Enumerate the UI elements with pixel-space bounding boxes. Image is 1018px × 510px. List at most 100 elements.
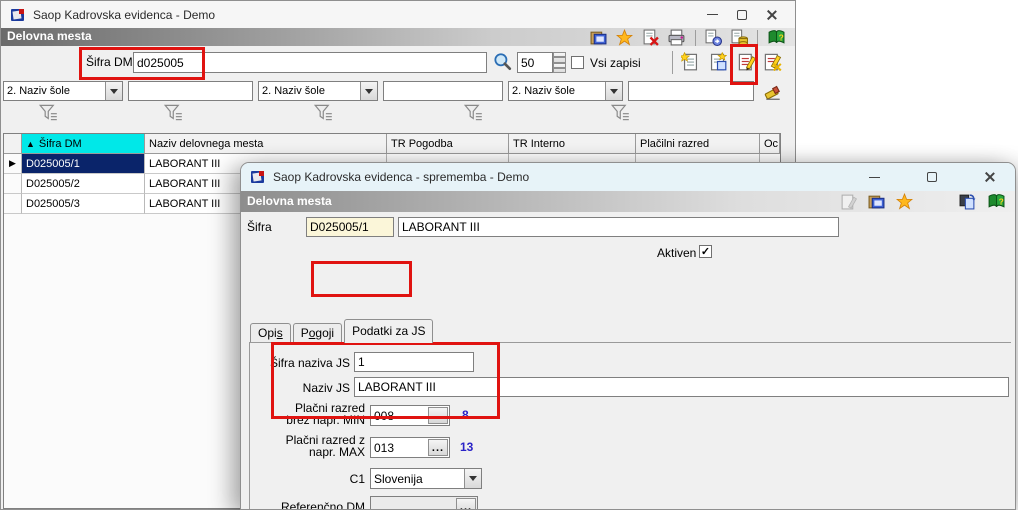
pr-min-input[interactable]: 008 ... [370,405,450,426]
referencno-dm-input[interactable]: ... [370,496,478,509]
column-header-tr-interno[interactable]: TR Interno [509,134,636,154]
c1-select[interactable]: Slovenija [370,468,482,489]
main-titlebar: Saop Kadrovska evidenca - Demo [1,1,795,28]
funnel-filter-icon[interactable] [611,103,630,122]
cancel-document-icon[interactable] [642,29,659,46]
referencno-dm-browse-button[interactable]: ... [456,498,476,509]
copy-between-icon[interactable] [959,193,976,210]
app-icon [11,8,24,21]
chevron-down-icon[interactable] [464,469,481,488]
tab-panel-podatki-za-js: Šifra naziva JS 1 Naziv JS LABORANT III … [249,342,1011,510]
filter-value-input-1[interactable] [128,81,253,101]
funnel-filter-icon[interactable] [464,103,483,122]
pr-max-label-line2: napr. MAX [308,445,365,459]
column-header-sifra-dm[interactable]: ▲ Šifra DM [22,134,145,154]
sifra-dm-label: Šifra DM [86,55,133,69]
minimize-button[interactable] [859,163,889,191]
vsi-zapisi-checkbox[interactable] [571,56,584,69]
pr-max-hint-value: 13 [460,440,474,454]
card-file-icon[interactable] [590,29,607,46]
column-header-naziv[interactable]: Naziv delovnega mesta [145,134,387,154]
dialog-panel-header: Delovna mesta ? [241,191,1015,212]
help-book-icon[interactable]: ? [987,193,1005,210]
copy-record-icon[interactable] [708,52,727,71]
favorites-star-icon[interactable] [896,193,913,210]
help-book-icon[interactable]: ? [767,29,785,46]
aktiven-label: Aktiven [657,246,697,260]
tab-pogoji[interactable]: Pogoji [292,323,343,343]
dialog-titlebar: Saop Kadrovska evidenca - sprememba - De… [241,163,1015,191]
close-button[interactable] [757,1,787,28]
filter-value-input-2[interactable] [383,81,503,101]
favorites-star-icon[interactable] [616,29,633,46]
filter-column-select-1[interactable]: 2. Naziv šole [3,81,123,101]
edit-record-icon[interactable] [737,52,756,71]
insert-record-icon[interactable] [681,52,700,71]
column-header-oc[interactable]: Oc [760,134,780,154]
pr-max-input[interactable]: 013 ... [370,437,450,458]
record-count-input[interactable]: 50 [517,52,553,73]
edit-record-disabled-icon [841,194,857,210]
dialog-panel-title: Delovna mesta [247,194,332,208]
print-icon[interactable] [668,29,686,46]
record-count-spinner[interactable] [553,52,566,73]
column-header-placilni-razred[interactable]: Plačilni razred [636,134,760,154]
chevron-down-icon[interactable] [605,82,622,100]
sifra-name-input[interactable]: LABORANT III [398,217,839,237]
delete-record-icon[interactable] [763,52,782,71]
chevron-down-icon[interactable] [360,82,377,100]
maximize-button[interactable] [917,163,947,191]
cell-sifra-dm[interactable]: D025005/2 [22,174,145,194]
tab-podatki-za-js[interactable]: Podatki za JS [344,319,434,343]
pr-max-browse-button[interactable]: ... [428,439,448,456]
current-row-marker-icon: ▶ [9,158,16,168]
cell-sifra-dm[interactable]: D025005/1 [22,154,145,174]
clear-filter-eraser-icon[interactable] [763,82,783,102]
sifra-dm-input[interactable]: d025005 [133,52,487,73]
funnel-filter-icon[interactable] [164,103,183,122]
close-button[interactable] [975,163,1005,191]
aktiven-checkbox[interactable]: ✓ [699,245,712,258]
column-header-tr-pogodba[interactable]: TR Pogodba [387,134,509,154]
export-record-icon[interactable] [705,29,722,46]
pr-min-browse-button[interactable]: ... [428,407,448,424]
search-icon[interactable] [492,52,512,72]
c1-label: C1 [349,472,365,486]
spinner-up-icon[interactable] [553,52,566,63]
maximize-button[interactable] [727,1,757,28]
referencno-dm-label: Referenčno DM [280,500,365,510]
app-icon [251,171,264,183]
tab-opis[interactable]: Opis [250,323,291,343]
table-header-row: ▲ Šifra DM Naziv delovnega mesta TR Pogo… [4,134,780,154]
card-file-icon[interactable] [868,193,885,210]
main-panel-title: Delovna mesta [7,29,92,43]
edit-dialog-window: Saop Kadrovska evidenca - sprememba - De… [240,162,1016,510]
funnel-filter-icon[interactable] [39,103,58,122]
spinner-down-icon[interactable] [553,62,566,73]
svg-text:?: ? [779,33,784,43]
sifra-naziva-js-input[interactable]: 1 [354,352,474,372]
svg-text:?: ? [999,197,1004,207]
tab-strip: Opis Pogoji Podatki za JS [250,319,435,343]
filter-row: 2. Naziv šole 2. Naziv šole 2. Naziv šol… [1,80,795,102]
pr-min-hint-value: 8 [462,408,469,422]
minimize-button[interactable] [697,1,727,28]
cell-sifra-dm[interactable]: D025005/3 [22,194,145,214]
filter-column-select-2[interactable]: 2. Naziv šole [258,81,378,101]
send-record-icon[interactable] [731,29,748,46]
funnel-filter-icon[interactable] [314,103,333,122]
sifra-code-input[interactable]: D025005/1 [306,217,394,237]
main-panel-header: Delovna mesta ? [1,28,795,46]
screen: Saop Kadrovska evidenca - Demo Delovna m… [0,0,1018,510]
vsi-zapisi-label: Vsi zapisi [590,56,641,70]
pr-min-label-line2: brez napr. MIN [286,413,365,427]
filter-value-input-3[interactable] [628,81,754,101]
naziv-js-input[interactable]: LABORANT III [354,377,1009,397]
filter-column-select-3[interactable]: 2. Naziv šole [508,81,623,101]
dialog-window-title: Saop Kadrovska evidenca - sprememba - De… [273,170,530,184]
chevron-down-icon[interactable] [105,82,122,100]
row-selector-header[interactable] [4,134,22,154]
sifra-naziva-js-label: Šifra naziva JS [269,356,350,370]
search-row: Šifra DM d025005 50 Vsi zapisi [1,46,795,80]
sort-asc-icon: ▲ [26,138,35,149]
